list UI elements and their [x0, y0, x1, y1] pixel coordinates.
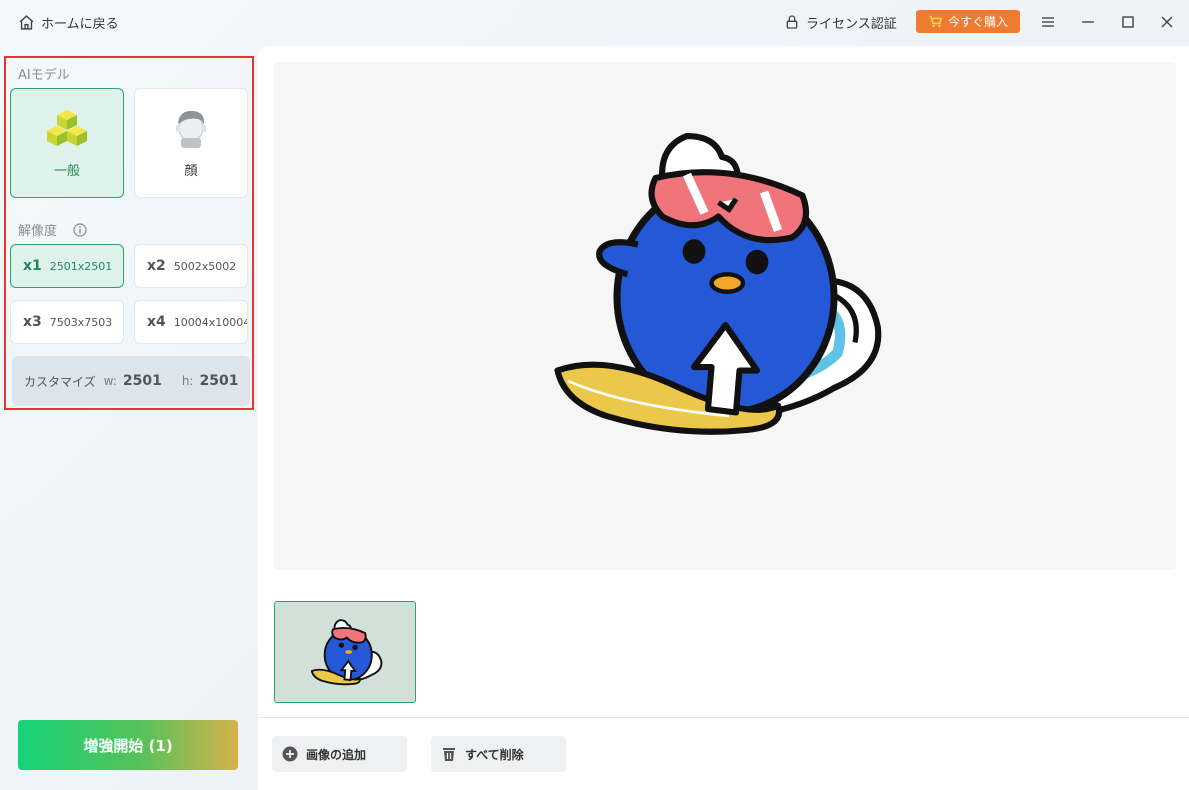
resolution-dimensions: 5002x5002 [173, 259, 237, 273]
maximize-icon [1122, 16, 1134, 28]
resolution-multiplier: x2 [147, 258, 166, 274]
resolution-x1-option[interactable]: x1 2501x2501 [10, 244, 124, 288]
cubes-icon [47, 109, 87, 146]
resolution-dimensions: 10004x10004 [173, 315, 248, 329]
model-face-label: 顔 [184, 163, 198, 179]
buy-now-label: 今すぐ購入 [947, 15, 1008, 29]
title-bar: ホームに戻る ライセンス認証 今すぐ購入 [0, 0, 1189, 44]
image-preview [274, 62, 1176, 570]
resolution-multiplier: x1 [23, 258, 42, 274]
settings-panel: AIモデル 一般 顔 解像度 x1 2501x2501 x2 5002x5002… [4, 56, 254, 410]
mascot-thumbnail-image [311, 619, 383, 686]
resolution-dimensions: 7503x7503 [49, 315, 113, 329]
menu-button[interactable] [1038, 12, 1058, 32]
model-face-card[interactable]: 顔 [134, 88, 248, 198]
custom-label: カスタマイズ [24, 374, 96, 389]
model-general-label: 一般 [53, 163, 80, 179]
resolution-multiplier: x4 [147, 314, 166, 330]
model-general-card[interactable]: 一般 [10, 88, 124, 198]
height-value[interactable]: 2501 [199, 373, 238, 389]
close-icon [1161, 16, 1173, 28]
resolution-heading: 解像度 [18, 220, 87, 239]
mascot-image [554, 132, 882, 435]
delete-all-button[interactable]: すべて削除 [431, 736, 566, 772]
license-label: ライセンス認証 [806, 16, 897, 32]
info-icon[interactable] [73, 222, 87, 237]
lock-icon [786, 15, 798, 29]
image-thumbnail[interactable] [274, 601, 416, 703]
width-value[interactable]: 2501 [123, 373, 162, 389]
home-icon [19, 14, 34, 30]
maximize-button[interactable] [1118, 12, 1138, 32]
add-image-label: 画像の追加 [306, 747, 367, 762]
width-label: w: [103, 374, 117, 388]
trash-icon [443, 748, 455, 761]
resolution-dimensions: 2501x2501 [49, 259, 113, 273]
license-button[interactable]: ライセンス認証 [784, 11, 897, 33]
plus-circle-icon [282, 746, 298, 762]
divider [258, 717, 1189, 718]
add-image-button[interactable]: 画像の追加 [272, 736, 407, 772]
resolution-x2-option[interactable]: x2 5002x5002 [134, 244, 248, 288]
main-area: 画像の追加 すべて削除 [258, 46, 1189, 790]
close-button[interactable] [1157, 12, 1177, 32]
minimize-icon [1082, 21, 1094, 23]
delete-all-label: すべて削除 [465, 747, 524, 762]
start-enhance-button[interactable]: 増強開始 (1) [18, 720, 238, 770]
custom-resolution-card[interactable]: カスタマイズ w: 2501 h: 2501 [12, 356, 250, 406]
menu-icon [1042, 17, 1054, 27]
ai-model-label: AIモデル [18, 68, 70, 83]
resolution-label: 解像度 [18, 224, 58, 239]
cart-icon [929, 15, 943, 28]
home-label: ホームに戻る [41, 16, 119, 32]
minimize-button[interactable] [1078, 12, 1098, 32]
home-button[interactable]: ホームに戻る [18, 11, 119, 33]
face-icon [176, 110, 206, 148]
height-label: h: [181, 374, 194, 388]
resolution-x4-option[interactable]: x4 10004x10004 [134, 300, 248, 344]
resolution-x3-option[interactable]: x3 7503x7503 [10, 300, 124, 344]
resolution-multiplier: x3 [23, 314, 42, 330]
buy-now-button[interactable]: 今すぐ購入 [916, 10, 1020, 33]
